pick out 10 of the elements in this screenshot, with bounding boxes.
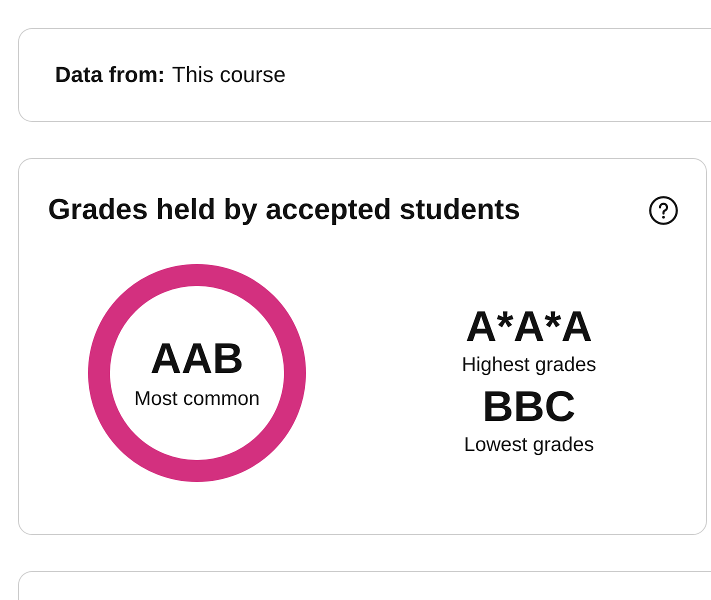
grade-value: A*A*A	[466, 304, 592, 350]
grade-value: BBC	[482, 384, 576, 430]
source-label: Data from:	[55, 62, 166, 87]
grade-label: Lowest grades	[464, 433, 594, 457]
grade-label: Highest grades	[462, 353, 596, 377]
grade-label: Most common	[134, 386, 260, 410]
card-title: Grades held by accepted students	[48, 193, 520, 228]
source-value: This course	[172, 62, 286, 87]
help-icon[interactable]	[649, 196, 678, 224]
grade-value: AAB	[150, 336, 244, 382]
